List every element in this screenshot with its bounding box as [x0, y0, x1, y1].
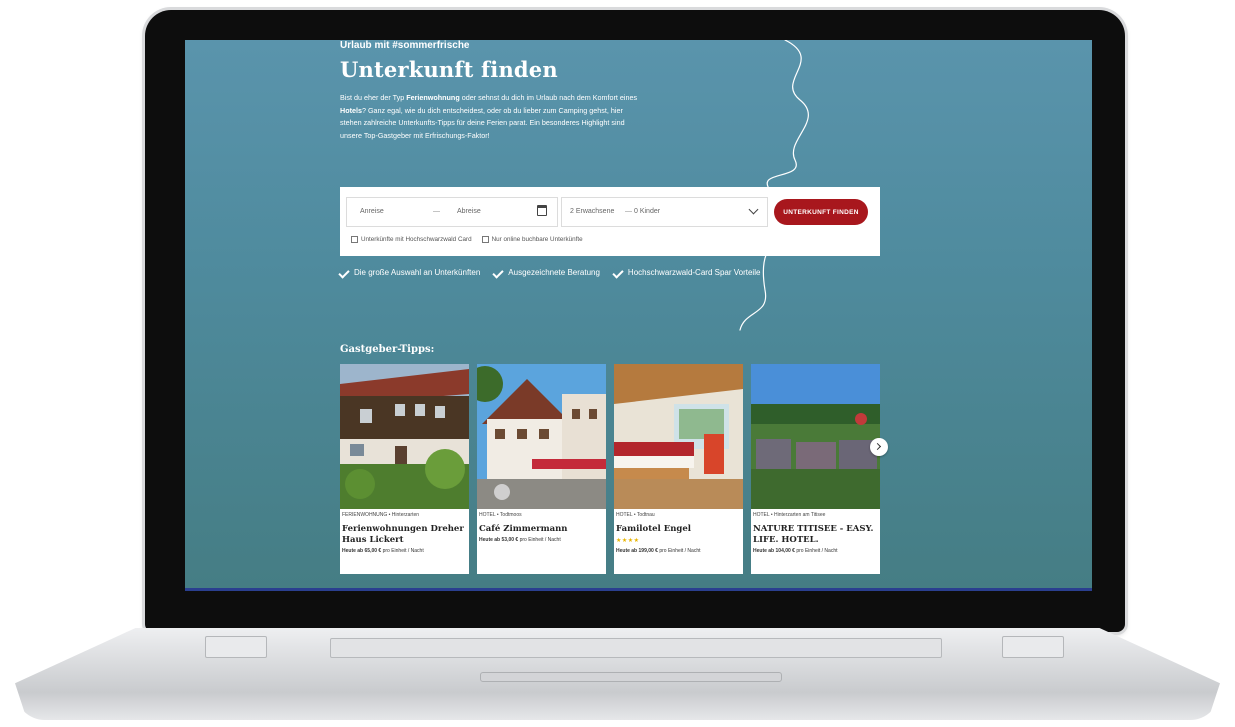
host-name[interactable]: Ferienwohnungen Dreher Haus Lickert: [342, 524, 467, 546]
benefit-label: Hochschwarzwald-Card Spar Vorteile: [627, 268, 761, 277]
host-name[interactable]: Familotel Engel: [616, 524, 741, 535]
card-checkbox[interactable]: [351, 236, 358, 243]
checkmark-icon: [612, 267, 624, 279]
benefits-list: Die große Auswahl an Unterkünften Ausgez…: [338, 267, 761, 279]
host-category: HOTEL • Todtmoos: [479, 512, 522, 518]
host-price: Heute ab 65,00 € pro Einheit / Nacht: [342, 548, 424, 554]
benefit-item: Die große Auswahl an Unterkünften: [338, 267, 481, 279]
laptop-hinge-right: [1002, 636, 1064, 658]
online-checkbox[interactable]: [481, 236, 489, 243]
chevron-down-icon[interactable]: [748, 204, 759, 215]
page-title: Unterkunft finden: [340, 57, 558, 82]
host-card-image[interactable]: [340, 364, 469, 509]
filter-online-option[interactable]: Nur online buchbare Unterkünfte: [481, 236, 583, 243]
host-card[interactable]: FERIENWOHNUNG • Hinterzarten Ferienwohnu…: [340, 364, 469, 574]
benefit-label: Ausgezeichnete Beratung: [508, 268, 600, 277]
screen-bottom-edge: [185, 588, 1092, 591]
checkmark-icon: [492, 267, 504, 279]
laptop-base-slot: [330, 638, 942, 658]
filter-card-option[interactable]: Unterkünfte mit Hochschwarzwald Card: [351, 236, 472, 243]
date-range-field[interactable]: Anreise — Abreise: [346, 197, 558, 227]
guest-separator: —: [625, 208, 632, 215]
host-category: FERIENWOHNUNG • Hinterzarten: [342, 512, 420, 518]
children-value: 0 Kinder: [634, 208, 661, 215]
website-screen: Urlaub mit #sommerfrische Unterkunft fin…: [185, 40, 1092, 589]
laptop-trackpad-notch: [480, 672, 782, 682]
card-option-label: Unterkünfte mit Hochschwarzwald Card: [361, 236, 472, 243]
host-card[interactable]: HOTEL • Todtnau Familotel Engel ★★★★ Heu…: [614, 364, 743, 574]
find-accommodation-button[interactable]: UNTERKUNFT FINDEN: [774, 199, 868, 225]
checkmark-icon: [338, 267, 350, 279]
intro-text: Bist du eher der Typ Ferienwohnung oder …: [340, 93, 638, 140]
search-box: Anreise — Abreise 2 Erwachsene — 0 Kinde…: [340, 187, 880, 256]
hashtag-label: Urlaub mit #sommerfrische: [340, 40, 470, 51]
benefit-item: Hochschwarzwald-Card Spar Vorteile: [612, 267, 761, 279]
host-name[interactable]: Café Zimmermann: [479, 524, 604, 535]
benefit-label: Die große Auswahl an Unterkünften: [354, 268, 481, 277]
host-card[interactable]: HOTEL • Todtmoos Café Zimmermann Heute a…: [477, 364, 606, 574]
host-price: Heute ab 53,00 € pro Einheit / Nacht: [479, 537, 561, 543]
calendar-icon[interactable]: [537, 205, 547, 216]
date-separator: —: [433, 208, 440, 215]
arrival-label: Anreise: [360, 208, 384, 215]
benefit-item: Ausgezeichnete Beratung: [492, 267, 600, 279]
host-name[interactable]: NATURE TITISEE - EASY. LIFE. HOTEL.: [753, 524, 878, 546]
section-heading: Gastgeber-Tipps:: [340, 344, 435, 355]
online-option-label: Nur online buchbare Unterkünfte: [491, 236, 583, 243]
host-card[interactable]: HOTEL • Hinterzarten am Titisee NATURE T…: [751, 364, 880, 574]
host-category: HOTEL • Todtnau: [616, 512, 655, 518]
filter-options: Unterkünfte mit Hochschwarzwald Card Nur…: [351, 236, 583, 243]
host-card-image[interactable]: [477, 364, 606, 509]
laptop-hinge-left: [205, 636, 267, 658]
host-price: Heute ab 199,00 € pro Einheit / Nacht: [616, 548, 701, 554]
adults-value: 2 Erwachsene: [570, 208, 615, 215]
carousel-next-button[interactable]: [870, 438, 888, 456]
departure-label: Abreise: [457, 208, 481, 215]
host-price: Heute ab 104,00 € pro Einheit / Nacht: [753, 548, 838, 554]
host-card-image[interactable]: [751, 364, 880, 509]
guest-select[interactable]: 2 Erwachsene — 0 Kinder: [561, 197, 768, 227]
host-category: HOTEL • Hinterzarten am Titisee: [753, 512, 826, 518]
rating-stars: ★★★★: [616, 538, 640, 544]
host-card-image[interactable]: [614, 364, 743, 509]
